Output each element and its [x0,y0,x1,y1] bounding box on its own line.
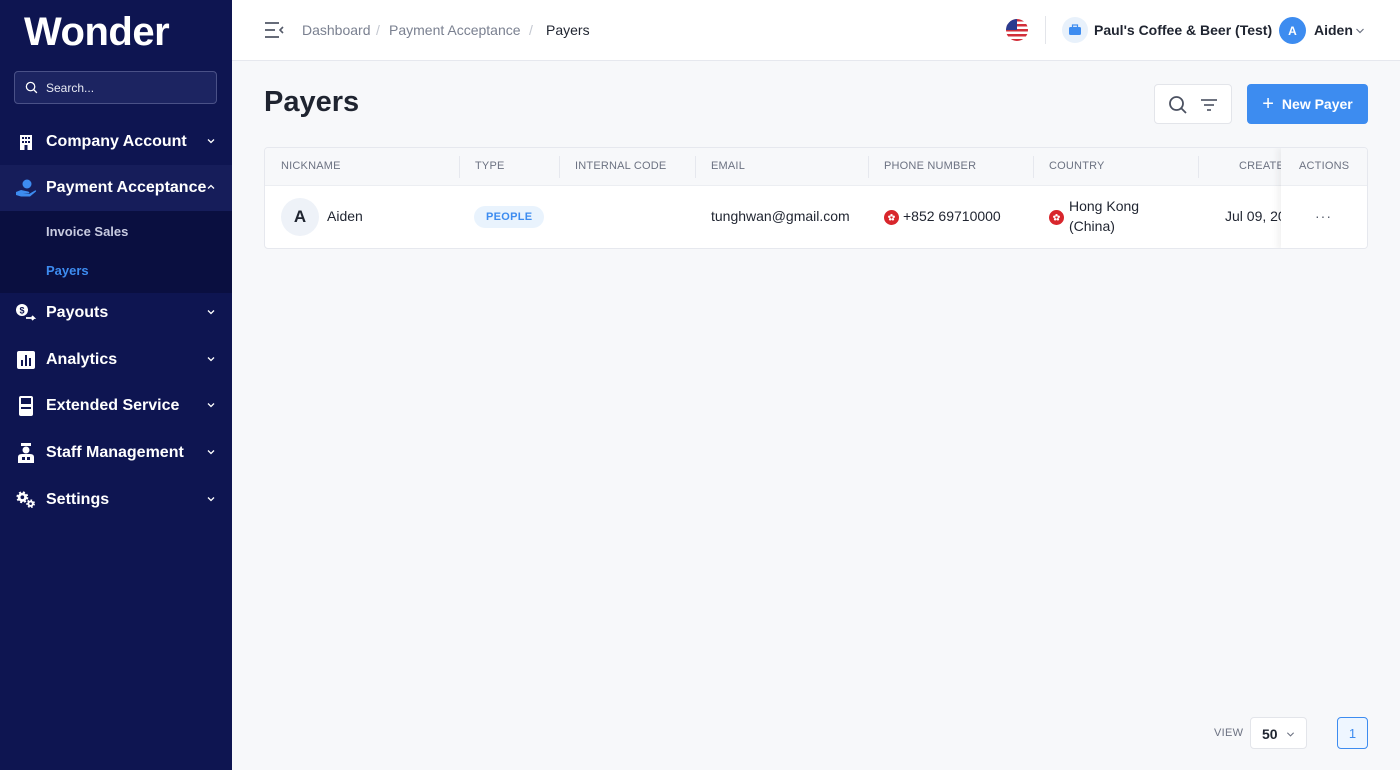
header-divider [1045,16,1046,44]
sidebar-item-extended-service[interactable]: Extended Service [0,383,232,429]
bar-chart-icon [15,349,37,371]
sidebar-item-analytics[interactable]: Analytics [0,337,232,383]
sidebar-item-payouts[interactable]: $ Payouts [0,290,232,336]
sidebar: Wonder Company Account Payment Acceptanc… [0,0,232,770]
chevron-down-icon [207,357,215,362]
chevron-down-icon[interactable] [1355,26,1365,36]
company-name[interactable]: Paul's Coffee & Beer (Test) [1094,22,1272,38]
column-header-type[interactable]: TYPE [475,160,505,172]
breadcrumb-payment-acceptance[interactable]: Payment Acceptance [389,22,521,38]
page-size-value: 50 [1262,726,1278,742]
column-separator [559,156,560,178]
top-header: Dashboard / Payment Acceptance / Payers … [232,0,1400,61]
column-separator [1033,156,1034,178]
payers-table: NICKNAME TYPE INTERNAL CODE EMAIL PHONE … [264,147,1368,249]
building-icon [15,131,37,153]
page-title: Payers [264,86,360,118]
payer-nickname[interactable]: Aiden [327,208,363,224]
chevron-down-icon [207,139,215,144]
actions-column: ACTIONS ··· [1281,148,1367,248]
briefcase-icon [1062,17,1088,43]
column-header-actions: ACTIONS [1299,160,1350,172]
sidebar-subitem-invoice-sales[interactable]: Invoice Sales [46,224,128,239]
chevron-down-icon [1286,732,1295,737]
chevron-down-icon [207,310,215,315]
column-header-phone-number[interactable]: PHONE NUMBER [884,160,976,172]
search-icon [25,81,38,94]
actions-column-head: ACTIONS [1281,148,1367,186]
view-label: VIEW [1214,727,1244,739]
dollar-payout-icon: $ [15,302,37,324]
chevron-down-icon [207,497,215,502]
sidebar-item-settings[interactable]: Settings [0,477,232,523]
sidebar-search[interactable] [14,71,217,104]
sidebar-item-staff-management[interactable]: Staff Management [0,430,232,476]
payer-country-line1: Hong Kong [1069,198,1140,214]
payer-avatar: A [281,198,319,236]
sidebar-item-label: Payouts [46,304,109,321]
chevron-down-icon [207,403,215,408]
sidebar-item-payment-acceptance[interactable]: Payment Acceptance [0,165,232,211]
sidebar-subitem-payers[interactable]: Payers [46,263,89,278]
payer-phone: +852 69710000 [903,208,1001,224]
more-actions-icon[interactable]: ··· [1315,208,1332,224]
column-separator [1198,156,1199,178]
column-header-nickname[interactable]: NICKNAME [281,160,341,172]
new-payer-label: New Payer [1281,96,1353,112]
column-header-country[interactable]: COUNTRY [1049,160,1105,172]
chevron-up-icon [207,184,215,189]
type-badge: PEOPLE [474,206,545,228]
pagination-page-button[interactable]: 1 [1337,717,1368,749]
table-header: NICKNAME TYPE INTERNAL CODE EMAIL PHONE … [265,148,1367,186]
column-separator [459,156,460,178]
filter-icon[interactable] [1200,96,1218,114]
column-header-internal-code[interactable]: INTERNAL CODE [575,160,666,172]
menu-toggle-icon[interactable] [263,20,285,40]
plus-icon: + [1262,93,1274,115]
sidebar-item-label: Payment Acceptance [46,179,207,196]
breadcrumb-payers: Payers [546,22,590,38]
staff-icon [15,442,37,464]
user-name[interactable]: Aiden [1314,22,1353,38]
wonder-logo[interactable]: Wonder [24,10,170,55]
column-separator [868,156,869,178]
page-size-select[interactable]: 50 [1250,717,1307,749]
column-separator [695,156,696,178]
payer-country-line2: (China) [1069,218,1115,234]
breadcrumb-dashboard[interactable]: Dashboard [302,22,371,38]
payer-email: tunghwan@gmail.com [711,208,850,224]
column-header-email[interactable]: EMAIL [711,160,745,172]
us-flag-icon[interactable] [1006,19,1028,41]
pos-terminal-icon [15,395,37,417]
table-row[interactable]: A Aiden PEOPLE tunghwan@gmail.com +852 6… [265,186,1367,248]
chevron-down-icon [207,450,215,455]
breadcrumb-separator: / [376,22,380,38]
hong-kong-flag-icon [1049,210,1064,225]
sidebar-item-label: Company Account [46,133,187,150]
sidebar-item-label: Analytics [46,351,118,368]
svg-text:$: $ [19,306,24,316]
breadcrumb-separator: / [529,22,533,38]
search-icon[interactable] [1168,95,1188,115]
gears-icon [15,489,37,511]
sidebar-item-label: Settings [46,491,110,508]
sidebar-search-input[interactable] [46,80,196,95]
sidebar-item-company-account[interactable]: Company Account [0,119,232,165]
sidebar-item-label: Staff Management [46,444,184,461]
hand-coin-icon [15,177,37,199]
user-avatar[interactable]: A [1279,17,1306,44]
table-tools [1154,84,1232,124]
new-payer-button[interactable]: + New Payer [1247,84,1368,124]
sidebar-item-label: Extended Service [46,397,180,414]
hong-kong-flag-icon [884,210,899,225]
